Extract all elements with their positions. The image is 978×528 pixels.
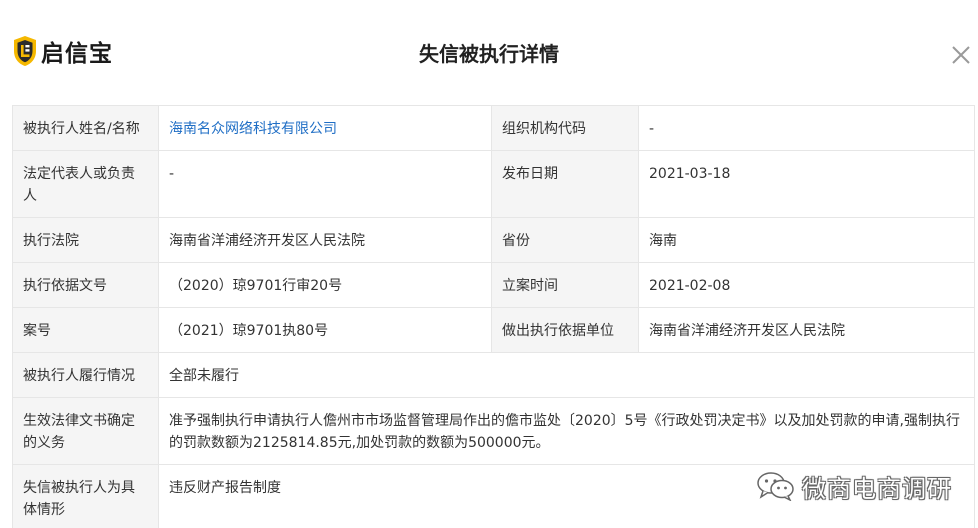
basis-unit-label: 做出执行依据单位 [491, 307, 639, 353]
case-no-label: 案号 [12, 307, 159, 353]
circumstance-label: 失信被执行人为具体情形 [12, 464, 159, 528]
obligation-label: 生效法律文书确定的义务 [12, 397, 159, 465]
performance-value: 全部未履行 [158, 352, 975, 398]
table-row: 执行法院 海南省洋浦经济开发区人民法院 省份 海南 [12, 217, 975, 263]
dialog-title: 失信被执行详情 [419, 42, 559, 66]
performance-label: 被执行人履行情况 [12, 352, 159, 398]
province-value: 海南 [638, 217, 975, 263]
dialog-header: 启信宝 失信被执行详情 [0, 0, 978, 100]
wechat-icon [757, 472, 794, 501]
table-row: 被执行人履行情况 全部未履行 [12, 352, 975, 398]
filing-time-value: 2021-02-08 [638, 262, 975, 308]
org-code-value: - [638, 105, 975, 151]
table-row: 案号 （2021）琼9701执80号 做出执行依据单位 海南省洋浦经济开发区人民… [12, 307, 975, 353]
table-row: 被执行人姓名/名称 海南名众网络科技有限公司 组织机构代码 - [12, 105, 975, 151]
watermark-text: 微商电商调研 [802, 474, 952, 503]
org-code-label: 组织机构代码 [491, 105, 639, 151]
legal-rep-value: - [158, 150, 492, 218]
basis-doc-label: 执行依据文号 [12, 262, 159, 308]
basis-doc-value: （2020）琼9701行审20号 [158, 262, 492, 308]
watermark: 微商电商调研 [756, 468, 952, 504]
name-value-cell: 海南名众网络科技有限公司 [158, 105, 492, 151]
legal-rep-label: 法定代表人或负责人 [12, 150, 159, 218]
court-label: 执行法院 [12, 217, 159, 263]
province-label: 省份 [491, 217, 639, 263]
basis-unit-value: 海南省洋浦经济开发区人民法院 [638, 307, 975, 353]
case-no-value: （2021）琼9701执80号 [158, 307, 492, 353]
filing-time-label: 立案时间 [491, 262, 639, 308]
table-row: 执行依据文号 （2020）琼9701行审20号 立案时间 2021-02-08 [12, 262, 975, 308]
close-icon[interactable] [948, 42, 974, 68]
court-value: 海南省洋浦经济开发区人民法院 [158, 217, 492, 263]
publish-date-label: 发布日期 [491, 150, 639, 218]
name-label: 被执行人姓名/名称 [12, 105, 159, 151]
table-row: 生效法律文书确定的义务 准予强制执行申请执行人儋州市市场监督管理局作出的儋市监处… [12, 397, 975, 465]
company-name-link[interactable]: 海南名众网络科技有限公司 [169, 121, 337, 137]
dishonest-executee-detail-table: 被执行人姓名/名称 海南名众网络科技有限公司 组织机构代码 - 法定代表人或负责… [12, 105, 975, 528]
table-row: 法定代表人或负责人 - 发布日期 2021-03-18 [12, 150, 975, 218]
obligation-value: 准予强制执行申请执行人儋州市市场监督管理局作出的儋市监处〔2020〕5号《行政处… [158, 397, 975, 465]
publish-date-value: 2021-03-18 [638, 150, 975, 218]
